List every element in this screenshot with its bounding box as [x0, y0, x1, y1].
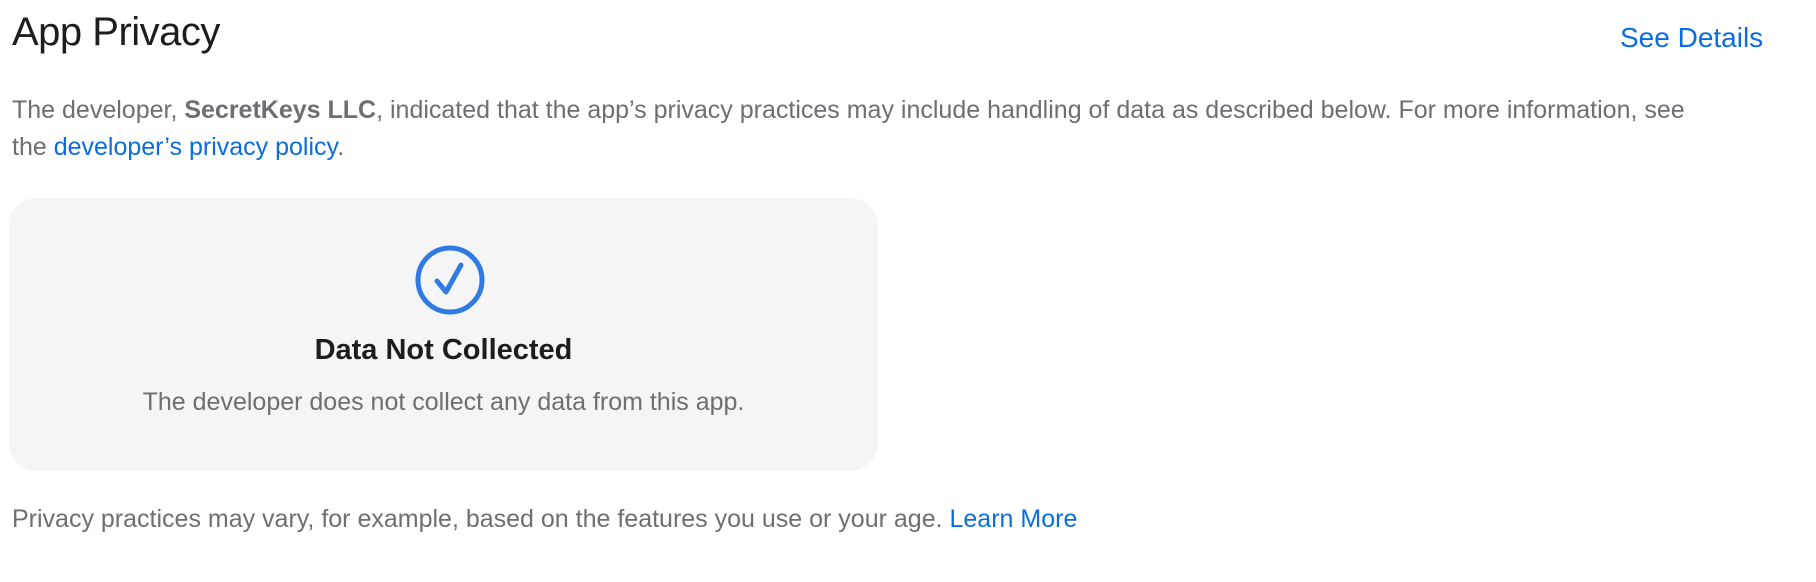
privacy-description: The developer, SecretKeys LLC, indicated… — [12, 92, 1712, 166]
privacy-policy-link[interactable]: developer’s privacy policy — [54, 133, 337, 161]
developer-name: SecretKeys LLC — [184, 96, 377, 124]
learn-more-link[interactable]: Learn More — [950, 505, 1078, 533]
card-description: The developer does not collect any data … — [142, 388, 745, 416]
privacy-footer: Privacy practices may vary, for example,… — [12, 505, 1077, 534]
data-not-collected-card: Data Not Collected The developer does no… — [9, 198, 878, 471]
footer-text: Privacy practices may vary, for example,… — [12, 505, 950, 533]
see-details-link[interactable]: See Details — [1620, 22, 1763, 54]
checkmark-circle-icon — [415, 245, 485, 315]
description-suffix: . — [337, 133, 345, 161]
description-prefix: The developer, — [12, 96, 185, 124]
page-title: App Privacy — [12, 10, 220, 54]
card-title: Data Not Collected — [314, 334, 573, 366]
